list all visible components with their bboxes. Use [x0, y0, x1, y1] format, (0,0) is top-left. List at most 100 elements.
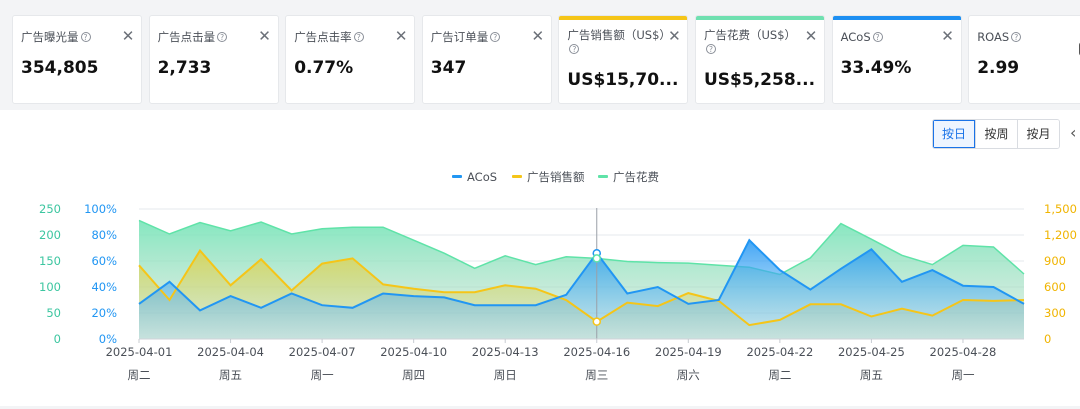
data-point — [443, 291, 445, 293]
metric-label-text: ACoS — [840, 30, 871, 44]
metric-label-text: 广告点击率 — [294, 30, 352, 44]
data-point — [535, 304, 537, 306]
metric-label-text: 广告曝光量 — [21, 30, 79, 44]
y-axis-tick-label: 50 — [46, 306, 61, 320]
metric-card[interactable]: 广告订单量? ✕ 347 — [421, 15, 552, 104]
close-icon[interactable]: ✕ — [258, 29, 272, 44]
metric-card[interactable]: 广告销售额（US$）? ✕ US$15,70... — [558, 15, 689, 104]
data-point — [779, 319, 781, 321]
data-point — [474, 291, 476, 293]
y-axis-tick-label: 250 — [39, 202, 61, 216]
data-point — [474, 267, 476, 269]
x-axis-tick-label: 2025-04-13 — [472, 345, 539, 359]
data-point — [779, 269, 781, 271]
data-point — [382, 226, 384, 228]
data-point — [535, 288, 537, 290]
weekday-label: 周六 — [677, 368, 700, 382]
weekday-label: 周五 — [219, 368, 242, 382]
data-point — [779, 273, 781, 275]
help-icon[interactable]: ? — [872, 32, 883, 42]
data-point — [748, 324, 750, 326]
y-axis-tick-label: 150 — [39, 254, 61, 268]
data-point — [229, 295, 231, 297]
metric-cards: 广告曝光量? ✕ 354,805 广告点击量? ✕ 2,733 广告点击率? ✕ 0.77% 广告… — [12, 15, 1080, 104]
y-axis-tick-label: 200 — [39, 228, 61, 242]
data-point — [962, 244, 964, 246]
close-icon[interactable]: ✕ — [941, 29, 955, 44]
metric-card[interactable]: ACoS? ✕ 33.49% — [831, 15, 962, 104]
data-point — [565, 256, 567, 258]
data-point — [290, 292, 292, 294]
data-point — [199, 221, 201, 223]
metric-value: 347 — [430, 58, 467, 78]
data-point — [199, 309, 201, 311]
help-icon[interactable]: ? — [1011, 32, 1022, 42]
data-point — [840, 303, 842, 305]
metric-value: 0.77% — [294, 58, 354, 78]
help-icon[interactable]: ? — [490, 32, 501, 42]
data-point — [1023, 299, 1025, 301]
weekday-label: 周二 — [768, 368, 791, 382]
help-icon[interactable]: ? — [706, 44, 716, 54]
data-point — [870, 238, 872, 240]
data-point — [138, 264, 140, 266]
data-point — [382, 283, 384, 285]
metric-card[interactable]: 广告花费（US$）? ✕ US$5,258... — [695, 15, 825, 104]
metric-card[interactable]: 广告点击量? ✕ 2,733 — [148, 15, 279, 104]
data-point — [321, 228, 323, 230]
data-point — [687, 292, 689, 294]
y-axis-tick-label: 100% — [84, 202, 117, 216]
weekday-label: 周四 — [402, 368, 425, 382]
close-icon[interactable]: ✕ — [121, 29, 135, 44]
data-point — [260, 258, 262, 260]
metric-card[interactable]: ROAS? 2.99 — [968, 15, 1080, 104]
data-point — [748, 239, 750, 241]
metric-card[interactable]: 广告点击率? ✕ 0.77% — [285, 15, 416, 104]
close-icon[interactable]: ✕ — [804, 29, 818, 44]
card-accent-bar — [559, 16, 688, 20]
data-point — [992, 286, 994, 288]
metric-card[interactable]: 广告曝光量? ✕ 354,805 — [12, 15, 142, 104]
help-icon[interactable]: ? — [353, 32, 364, 42]
help-icon[interactable]: ? — [217, 32, 228, 42]
y-axis-tick-label: 900 — [1044, 254, 1066, 268]
data-point — [687, 303, 689, 305]
y-axis-tick-label: 60% — [91, 254, 117, 268]
close-icon[interactable]: ✕ — [394, 29, 408, 44]
data-point — [901, 308, 903, 310]
x-axis-tick-label: 2025-04-04 — [197, 345, 264, 359]
help-icon[interactable]: ? — [569, 44, 580, 54]
metric-label-text: 广告点击量 — [157, 30, 216, 44]
y-axis-tick-label: 0 — [54, 332, 61, 346]
metric-label-text: 广告销售额（US$） — [567, 28, 671, 42]
data-point — [229, 284, 231, 286]
metric-value: US$5,258... — [704, 70, 816, 90]
metric-label-text: 广告花费（US$） — [704, 28, 797, 42]
close-icon[interactable]: ✕ — [531, 29, 545, 44]
data-point — [657, 305, 659, 307]
data-point — [443, 296, 445, 298]
metric-value: 2,733 — [157, 58, 212, 78]
data-point — [992, 246, 994, 248]
data-point — [260, 307, 262, 309]
x-axis-tick-label: 2025-04-19 — [655, 345, 722, 359]
weekday-label: 周二 — [128, 368, 151, 382]
legend-swatch — [598, 175, 608, 178]
data-point — [413, 295, 415, 297]
data-point — [870, 315, 872, 317]
data-point — [840, 268, 842, 270]
data-point — [260, 221, 262, 223]
trend-chart[interactable]: 250 200 150 100 50 0 100% 80% 60% 40% 20% 0% 1,500 1,… — [0, 110, 1080, 406]
legend-label: 广告花费 — [613, 170, 659, 184]
data-point — [626, 260, 628, 262]
legend-label: 广告销售额 — [527, 170, 585, 184]
data-point — [504, 255, 506, 257]
help-icon[interactable]: ? — [80, 32, 91, 42]
trend-chart-panel: 按日 按周 按月 ‹ 250 200 150 100 50 0 100% 80% 60% 40% 2… — [0, 110, 1080, 406]
close-icon[interactable]: ✕ — [667, 29, 681, 44]
x-axis-tick-label: 2025-04-01 — [106, 345, 173, 359]
card-accent-bar — [696, 16, 824, 20]
y-axis-tick-label: 80% — [91, 228, 117, 242]
data-point — [931, 269, 933, 271]
y-axis-tick-label: 100 — [39, 280, 61, 294]
